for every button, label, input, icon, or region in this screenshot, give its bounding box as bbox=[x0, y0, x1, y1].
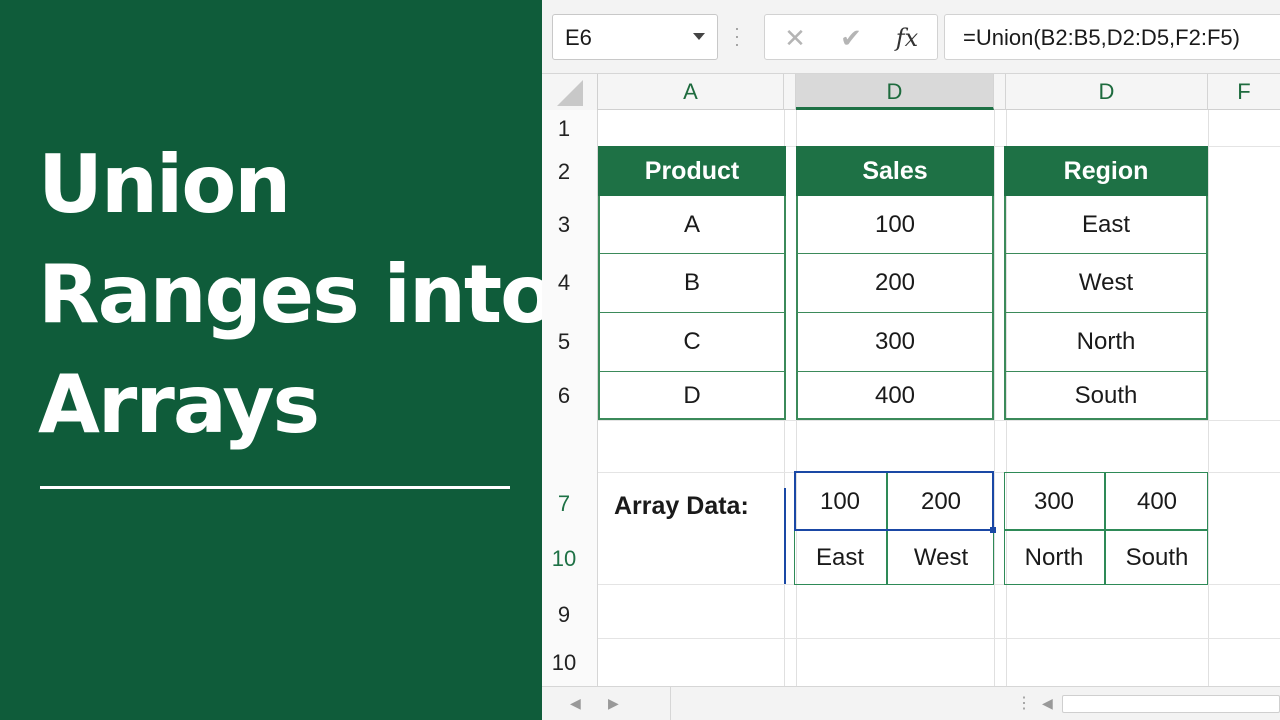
column-headers: A D D F bbox=[542, 74, 1280, 110]
formula-bar: E6 · · · ✕ ✔ fx =Union(B2:B5,D2:D5,F2:F5) bbox=[542, 0, 1280, 74]
name-box-value: E6 bbox=[565, 25, 592, 50]
column-header-d[interactable]: D bbox=[1006, 74, 1208, 110]
sheet-tab-bar: ◀ ▶ ⋮ ◀ bbox=[542, 686, 1280, 720]
array-cell[interactable]: 100 bbox=[794, 474, 886, 530]
region-cell[interactable]: South bbox=[1004, 372, 1208, 420]
region-header[interactable]: Region bbox=[1004, 146, 1208, 196]
product-cell[interactable]: A bbox=[598, 196, 786, 254]
row-header-3[interactable]: 3 bbox=[542, 212, 586, 238]
fx-icon[interactable]: fx bbox=[887, 21, 927, 55]
select-all-icon[interactable] bbox=[557, 80, 583, 106]
name-box[interactable]: E6 bbox=[552, 14, 718, 60]
product-cell[interactable]: C bbox=[598, 313, 786, 372]
gridline bbox=[598, 638, 1280, 639]
column-header-d-selected[interactable]: D bbox=[796, 74, 994, 110]
scroll-right-icon[interactable]: ▶ bbox=[608, 695, 619, 712]
array-data-label: Array Data: bbox=[614, 492, 749, 520]
gridline bbox=[598, 420, 1280, 421]
formula-buttons: ✕ ✔ fx bbox=[764, 14, 938, 60]
column-header-a[interactable]: A bbox=[598, 74, 784, 110]
checkmark-icon[interactable]: ✔ bbox=[831, 21, 871, 55]
row-header-4[interactable]: 4 bbox=[542, 270, 586, 296]
chevron-down-icon[interactable] bbox=[693, 33, 705, 40]
region-cell[interactable]: North bbox=[1004, 313, 1208, 372]
range-marker bbox=[784, 488, 786, 584]
sales-cell[interactable]: 300 bbox=[796, 313, 994, 372]
divider bbox=[670, 687, 671, 720]
title-line-3: Arrays bbox=[38, 358, 320, 451]
row-header-2[interactable]: 2 bbox=[542, 159, 586, 185]
product-header[interactable]: Product bbox=[598, 146, 786, 196]
array-cell[interactable]: 200 bbox=[888, 474, 994, 530]
product-cell[interactable]: B bbox=[598, 254, 786, 313]
close-icon[interactable]: ✕ bbox=[775, 21, 815, 55]
column-spacer bbox=[784, 74, 796, 110]
page-title: Union Ranges into Arrays bbox=[38, 130, 555, 460]
row-header-5[interactable]: 5 bbox=[542, 329, 586, 355]
horizontal-scrollbar[interactable] bbox=[1062, 695, 1280, 713]
gridline bbox=[994, 110, 995, 686]
sales-cell[interactable]: 400 bbox=[796, 372, 994, 420]
scroll-left-icon[interactable]: ◀ bbox=[1042, 695, 1053, 712]
region-cell[interactable]: West bbox=[1004, 254, 1208, 313]
more-options-icon[interactable]: · · · bbox=[734, 19, 740, 53]
sales-cell[interactable]: 100 bbox=[796, 196, 994, 254]
title-panel: Union Ranges into Arrays bbox=[0, 0, 555, 720]
array-cell[interactable]: West bbox=[888, 531, 994, 585]
array-cell[interactable]: South bbox=[1106, 531, 1208, 585]
sales-header[interactable]: Sales bbox=[796, 146, 994, 196]
region-cell[interactable]: East bbox=[1004, 196, 1208, 254]
column-header-f[interactable]: F bbox=[1208, 74, 1280, 110]
row-header-6[interactable]: 6 bbox=[542, 383, 586, 409]
title-divider bbox=[40, 486, 510, 489]
sales-cell[interactable]: 200 bbox=[796, 254, 994, 313]
array-cell[interactable]: 400 bbox=[1106, 474, 1208, 530]
formula-input[interactable]: =Union(B2:B5,D2:D5,F2:F5) bbox=[944, 14, 1280, 60]
title-line-2: Ranges into bbox=[38, 248, 555, 341]
row-header-7[interactable]: 7 bbox=[542, 491, 586, 517]
more-options-icon[interactable]: ⋮ bbox=[1016, 693, 1032, 713]
array-cell[interactable]: East bbox=[794, 531, 886, 585]
spreadsheet: E6 · · · ✕ ✔ fx =Union(B2:B5,D2:D5,F2:F5) … bbox=[542, 0, 1280, 720]
row-header-10[interactable]: 10 bbox=[542, 650, 586, 676]
select-all-corner[interactable] bbox=[542, 74, 598, 110]
product-cell[interactable]: D bbox=[598, 372, 786, 420]
column-spacer bbox=[994, 74, 1006, 110]
row-header-1[interactable]: 1 bbox=[542, 116, 586, 142]
array-cell[interactable]: North bbox=[1004, 531, 1104, 585]
title-line-1: Union bbox=[38, 138, 291, 231]
gridline bbox=[1208, 110, 1209, 686]
array-cell[interactable]: 300 bbox=[1004, 474, 1104, 530]
scroll-left-icon[interactable]: ◀ bbox=[570, 695, 581, 712]
row-header-10[interactable]: 10 bbox=[542, 546, 586, 572]
row-header-9[interactable]: 9 bbox=[542, 602, 586, 628]
